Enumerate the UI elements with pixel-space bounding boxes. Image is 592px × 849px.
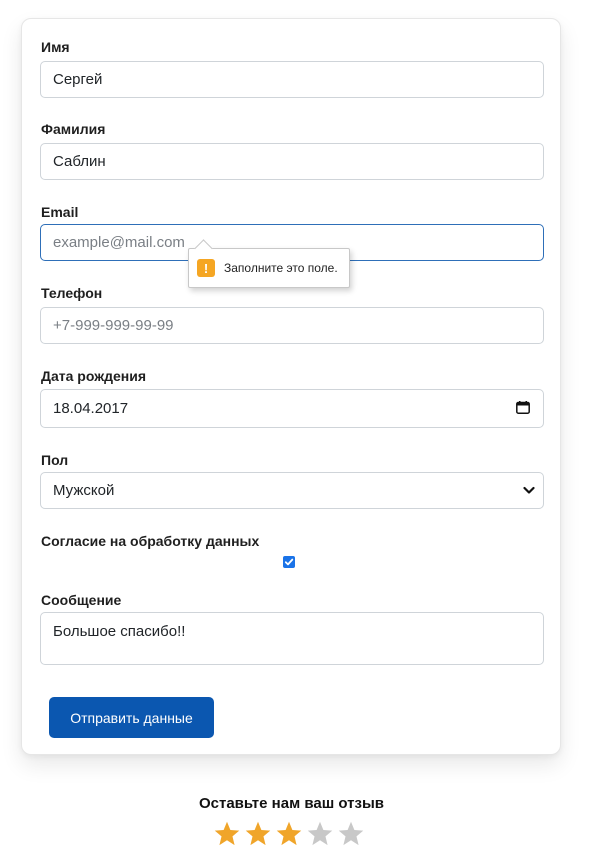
birth-date-label: Дата рождения: [41, 368, 147, 384]
star-icon[interactable]: [275, 820, 303, 848]
phone-label: Телефон: [41, 285, 103, 301]
email-placeholder: example@mail.com: [53, 234, 185, 251]
first-name-value: Сергей: [53, 71, 103, 88]
warning-icon: !: [197, 259, 215, 277]
phone-input[interactable]: +7-999-999-99-99: [40, 307, 544, 344]
first-name-input[interactable]: Сергей: [40, 61, 544, 98]
star-icon[interactable]: [337, 820, 365, 848]
validation-message: Заполните это поле.: [224, 261, 338, 275]
email-label: Email: [41, 204, 79, 220]
first-name-label: Имя: [41, 39, 70, 55]
star-rating[interactable]: [213, 820, 365, 848]
calendar-icon[interactable]: [516, 401, 530, 414]
message-label: Сообщение: [41, 592, 122, 608]
star-icon[interactable]: [213, 820, 241, 848]
checkmark-icon: [284, 558, 294, 566]
submit-button[interactable]: Отправить данные: [49, 697, 214, 738]
star-icon[interactable]: [244, 820, 272, 848]
chevron-down-icon: [523, 486, 535, 494]
review-title: Оставьте нам ваш отзыв: [198, 795, 384, 812]
gender-select[interactable]: Мужской: [40, 472, 544, 509]
last-name-label: Фамилия: [41, 121, 106, 137]
consent-checkbox[interactable]: [283, 556, 295, 568]
consent-label: Согласие на обработку данных: [41, 533, 260, 549]
phone-placeholder: +7-999-999-99-99: [53, 317, 174, 334]
birth-date-input[interactable]: 18.04.2017: [40, 389, 544, 428]
message-value: Большое спасибо!!: [53, 623, 186, 640]
gender-label: Пол: [41, 452, 69, 468]
last-name-input[interactable]: Саблин: [40, 143, 544, 180]
birth-date-value: 18.04.2017: [53, 400, 129, 417]
gender-selected-value: Мужской: [53, 482, 115, 499]
message-textarea[interactable]: Большое спасибо!!: [40, 612, 544, 665]
validation-tooltip: ! Заполните это поле.: [188, 239, 350, 288]
feedback-form-card: Имя Сергей Фамилия Саблин Email example@…: [21, 18, 561, 755]
star-icon[interactable]: [306, 820, 334, 848]
last-name-value: Саблин: [53, 153, 106, 170]
